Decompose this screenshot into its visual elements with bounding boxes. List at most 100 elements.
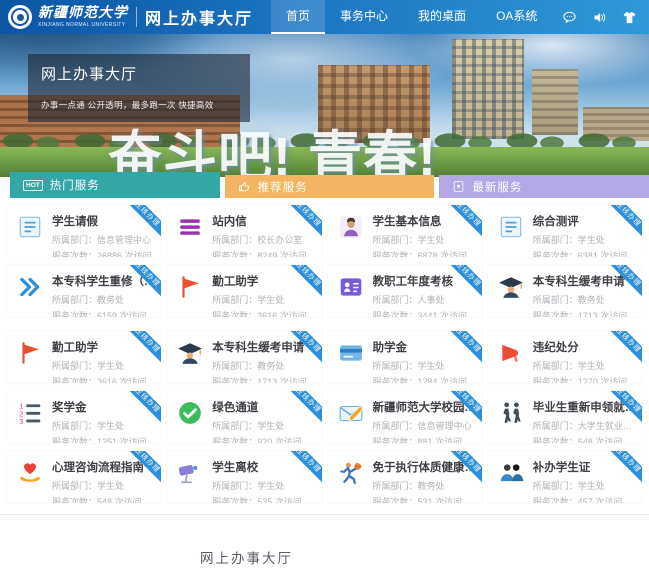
service-card-text: 教职工年度考核所属部门：人事处服务次数：3441 次访问	[373, 273, 468, 317]
service-card[interactable]: 在线办理学生离校所属部门：学生处服务次数：535 次访问	[166, 450, 322, 504]
campus-tower-small	[532, 69, 578, 135]
flag-icon	[17, 340, 43, 366]
service-card[interactable]: 在线办理新疆师范大学校园网用户邮件服务...所属部门：信息管理中心服务次数：88…	[327, 390, 483, 444]
service-card-text: 奖学金所属部门：学生处服务次数：1251 次访问	[52, 399, 147, 443]
service-card-text: 学生离校所属部门：学生处服务次数：535 次访问	[212, 459, 302, 503]
service-title[interactable]: 学生基本信息	[373, 213, 468, 229]
nav-tab-2[interactable]: 我的桌面	[403, 0, 481, 34]
service-tab-1[interactable]: 推荐服务	[225, 175, 435, 198]
graduate-icon	[177, 340, 203, 366]
user-avatar-icon	[338, 214, 364, 240]
bank-card-icon	[338, 340, 364, 366]
service-card[interactable]: 在线办理本专科生缓考申请所属部门：教务处服务次数：1713 次访问	[487, 264, 643, 318]
nav-tab-3[interactable]: OA系统	[481, 0, 552, 34]
ordered-list-icon: 123	[17, 400, 43, 426]
service-card[interactable]: 在线办理站内信所属部门：校长办公室服务次数：8249 次访问	[166, 204, 322, 258]
service-dept: 所属部门：教务处	[533, 293, 628, 306]
camera-icon	[177, 460, 203, 486]
service-dept: 所属部门：学生处	[212, 419, 302, 432]
service-dept: 所属部门：人事处	[373, 293, 468, 306]
service-card[interactable]: 在线办理补办学生证所属部门：学生处服务次数：457 次访问	[487, 450, 643, 504]
service-grid-0: 在线办理学生请假所属部门：信息管理中心服务次数：26886 次访问在线办理站内信…	[6, 204, 643, 318]
service-grid-1: 在线办理勤工助学所属部门：学生处服务次数：3616 次访问在线办理本专科生缓考申…	[6, 330, 643, 504]
service-card-text: 助学金所属部门：学生处服务次数：1284 次访问	[373, 339, 468, 383]
service-tab-0[interactable]: HOT 热门服务	[10, 172, 220, 198]
graduate-icon	[498, 274, 524, 300]
hero-subtitle: 办事一点通 公开透明，最多跑一次 快捷高效	[41, 99, 237, 111]
service-visits: 服务次数：535 次访问	[212, 495, 302, 504]
service-visits: 服务次数：3616 次访问	[212, 309, 307, 318]
megaphone-icon	[498, 340, 524, 366]
service-tab-2[interactable]: 最新服务	[439, 175, 649, 198]
service-title[interactable]: 教职工年度考核	[373, 273, 468, 289]
service-title[interactable]: 心理咨询流程指南	[52, 459, 144, 475]
service-title[interactable]: 奖学金	[52, 399, 147, 415]
menu-bars-icon	[177, 214, 203, 240]
service-card[interactable]: 在线办理教职工年度考核所属部门：人事处服务次数：3441 次访问	[327, 264, 483, 318]
service-title[interactable]: 综合测评	[533, 213, 628, 229]
service-title[interactable]: 本专科生缓考申请	[212, 339, 307, 355]
service-card[interactable]: 在线办理违纪处分所属部门：学生处服务次数：1270 次访问	[487, 330, 643, 384]
service-dept: 所属部门：学生处	[533, 233, 628, 246]
service-card[interactable]: 在线办理学生基本信息所属部门：学生处服务次数：6878 次访问	[327, 204, 483, 258]
service-card[interactable]: 在线办理123奖学金所属部门：学生处服务次数：1251 次访问	[6, 390, 162, 444]
double-chevron-icon	[17, 274, 43, 300]
portal-title: 网上办事大厅	[145, 5, 253, 29]
service-card[interactable]: 在线办理免于执行体质健康标准（含公共体...所属部门：教务处服务次数：531 次…	[327, 450, 483, 504]
service-tab-label: 热门服务	[50, 177, 100, 193]
university-emblem-icon	[11, 8, 29, 26]
service-title[interactable]: 勤工助学	[212, 273, 307, 289]
service-tab-label: 推荐服务	[258, 179, 308, 195]
service-title[interactable]: 勤工助学	[52, 339, 147, 355]
check-circle-icon	[177, 400, 203, 426]
service-title[interactable]: 助学金	[373, 339, 468, 355]
service-card[interactable]: 在线办理本专科学生重修（重考）申请所属部门：教务处服务次数：6159 次访问	[6, 264, 162, 318]
service-title[interactable]: 学生离校	[212, 459, 302, 475]
service-visits: 服务次数：6159 次访问	[52, 309, 157, 318]
service-dept: 所属部门：教务处	[52, 293, 157, 306]
service-dept: 所属部门：学生处	[533, 479, 623, 492]
service-card[interactable]: 在线办理学生请假所属部门：信息管理中心服务次数：26886 次访问	[6, 204, 162, 258]
service-title[interactable]: 本专科生缓考申请	[533, 273, 628, 289]
service-card-text: 勤工助学所属部门：学生处服务次数：3616 次访问	[52, 339, 147, 383]
service-card-text: 本专科学生重修（重考）申请所属部门：教务处服务次数：6159 次访问	[52, 273, 157, 317]
hero-overlay-panel: 网上办事大厅 办事一点通 公开透明，最多跑一次 快捷高效	[28, 54, 250, 122]
speaker-icon[interactable]	[592, 10, 607, 25]
service-card-text: 学生基本信息所属部门：学生处服务次数：6878 次访问	[373, 213, 468, 257]
service-card[interactable]: 在线办理毕业生重新申领就业协议书.所属部门：大学生就业指导中心服务次数：548 …	[487, 390, 643, 444]
service-title[interactable]: 站内信	[212, 213, 307, 229]
service-card[interactable]: 在线办理绿色通道所属部门：学生处服务次数：920 次访问	[166, 390, 322, 444]
service-title[interactable]: 违纪处分	[533, 339, 628, 355]
basketball-icon	[338, 460, 364, 486]
app-header: 新疆师范大学 XINJIANG NORMAL UNIVERSITY 网上办事大厅…	[0, 0, 649, 34]
service-dept: 所属部门：大学生就业指导中心	[533, 419, 638, 432]
service-visits: 服务次数：531 次访问	[373, 495, 478, 504]
nav-tab-0[interactable]: 首页	[271, 0, 325, 34]
hot-icon: HOT	[23, 180, 43, 191]
heart-hand-icon	[17, 460, 43, 486]
service-dept: 所属部门：学生处	[212, 479, 302, 492]
service-card-text: 绿色通道所属部门：学生处服务次数：920 次访问	[212, 399, 302, 443]
flag-icon	[177, 274, 203, 300]
main-nav: 首页事务中心我的桌面OA系统	[271, 0, 552, 34]
service-visits: 服务次数：881 次访问	[373, 435, 478, 444]
chat-icon[interactable]	[562, 10, 577, 25]
service-card[interactable]: 在线办理心理咨询流程指南所属部门：学生处服务次数：548 次访问	[6, 450, 162, 504]
service-dept: 所属部门：学生处	[373, 359, 468, 372]
service-card[interactable]: 在线办理综合测评所属部门：学生处服务次数：6381 次访问	[487, 204, 643, 258]
service-visits: 服务次数：8249 次访问	[212, 249, 307, 258]
tshirt-icon[interactable]	[622, 10, 637, 25]
service-visits: 服务次数：1713 次访问	[533, 309, 628, 318]
header-divider	[136, 7, 137, 27]
service-card[interactable]: 在线办理助学金所属部门：学生处服务次数：1284 次访问	[327, 330, 483, 384]
service-card[interactable]: 在线办理勤工助学所属部门：学生处服务次数：3616 次访问	[6, 330, 162, 384]
service-card-text: 心理咨询流程指南所属部门：学生处服务次数：548 次访问	[52, 459, 144, 503]
service-title[interactable]: 补办学生证	[533, 459, 623, 475]
service-title[interactable]: 绿色通道	[212, 399, 302, 415]
nav-tab-1[interactable]: 事务中心	[325, 0, 403, 34]
service-title[interactable]: 学生请假	[52, 213, 152, 229]
service-visits: 服务次数：1713 次访问	[212, 375, 307, 384]
service-card[interactable]: 在线办理本专科生缓考申请所属部门：教务处服务次数：1713 次访问	[166, 330, 322, 384]
service-card[interactable]: 在线办理勤工助学所属部门：学生处服务次数：3616 次访问	[166, 264, 322, 318]
service-tabs: HOT 热门服务 推荐服务 最新服务	[0, 175, 649, 198]
